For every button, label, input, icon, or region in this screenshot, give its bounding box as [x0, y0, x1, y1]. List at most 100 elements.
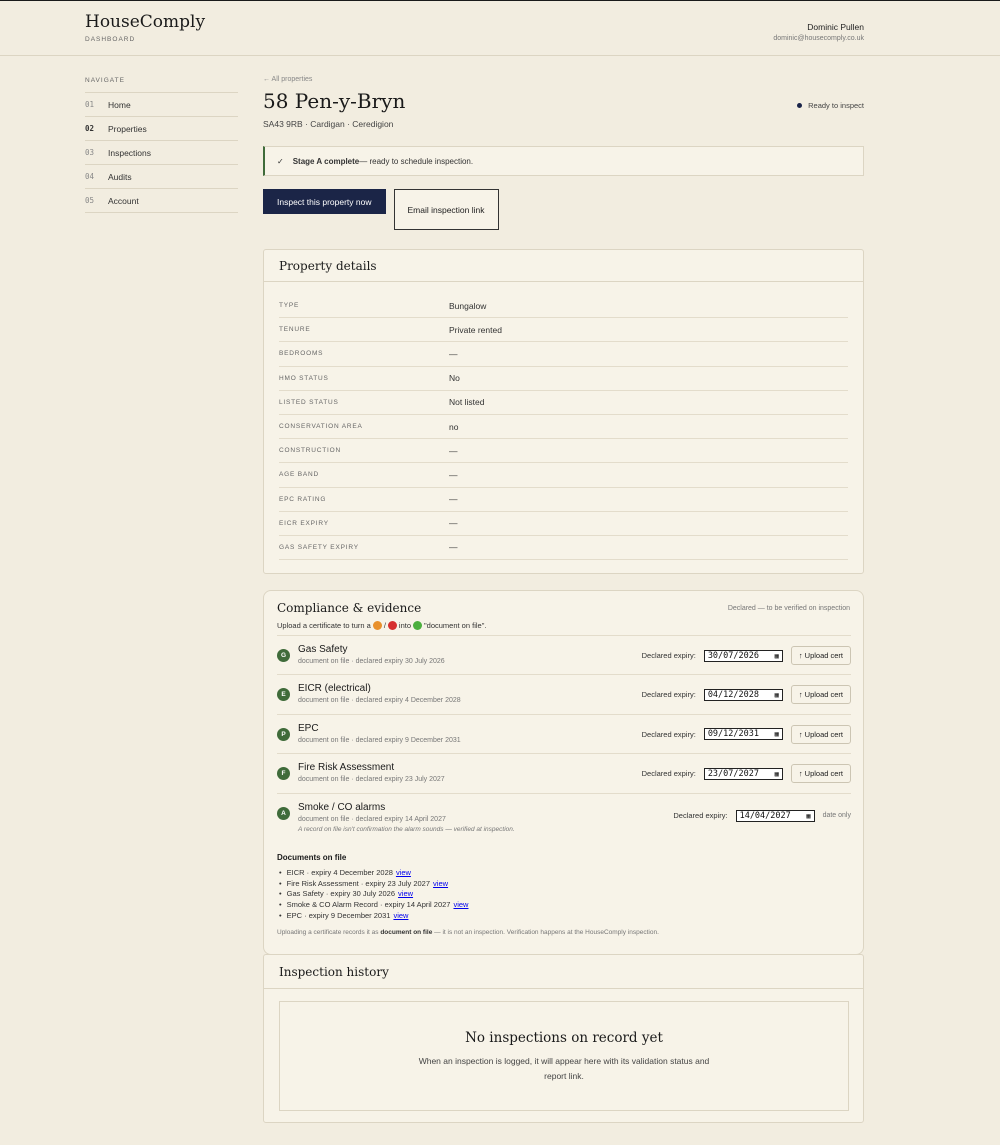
compliance-help: Upload a certificate to turn a / into "d…	[277, 621, 487, 630]
expiry-date-input[interactable]: 30/07/2026 ▦	[703, 649, 783, 662]
compliance-name: EICR (electrical)	[298, 683, 371, 695]
compliance-name: Gas Safety	[298, 644, 348, 655]
gas-badge-icon: G	[277, 649, 290, 662]
expiry-date-input[interactable]: 04/12/2028 ▦	[703, 688, 783, 701]
detail-key: CONSERVATION AREA	[279, 423, 363, 431]
help-prefix: Upload a certificate to turn a	[277, 621, 371, 630]
back-link[interactable]: ← All properties	[263, 76, 864, 83]
detail-row: EICR EXPIRY —	[279, 512, 848, 536]
sidebar-item-inspections[interactable]: 03 Inspections	[85, 141, 238, 165]
email-link-button[interactable]: Email inspection link	[393, 189, 499, 230]
compliance-card: Compliance & evidence Declared — to be v…	[263, 590, 864, 955]
brand-logo[interactable]: HouseComply	[85, 12, 205, 32]
calendar-icon[interactable]: ▦	[775, 691, 779, 699]
brand-section: DASHBOARD	[85, 36, 136, 43]
top-header: HouseComply DASHBOARD Dominic Pullen dom…	[0, 1, 1000, 56]
details-title: Property details	[264, 250, 863, 282]
user-name[interactable]: Dominic Pullen	[807, 22, 864, 32]
green-circle-icon	[413, 621, 422, 630]
orange-circle-icon	[372, 621, 382, 630]
banner-strong: Stage A complete	[292, 156, 360, 166]
stage-banner: ✓ Stage A complete — ready to schedule i…	[263, 146, 864, 176]
footer-suffix: — it is not an inspection. Verification …	[432, 929, 659, 936]
expiry-date-input[interactable]: 09/12/2031 ▦	[703, 728, 783, 741]
list-item: Fire Risk Assessment · expiry 23 July 20…	[277, 878, 851, 889]
document-text: EICR · expiry 4 December 2028	[286, 867, 393, 877]
property-details-card: Property details TYPE Bungalow TENURE Priv…	[263, 249, 864, 574]
view-link[interactable]: view	[396, 868, 411, 877]
nav-label: Account	[108, 195, 139, 206]
empty-title: No inspections on record yet	[465, 1030, 663, 1046]
upload-cert-button[interactable]: ↑ Upload cert	[790, 764, 851, 784]
upload-cert-button[interactable]: ↑ Upload cert	[790, 685, 851, 705]
help-suffix: "document on file".	[424, 621, 487, 630]
expiry-label: Declared expiry:	[641, 769, 696, 779]
check-icon: ✓	[277, 156, 284, 166]
date-value: 14/04/2027	[739, 810, 791, 821]
list-item: EPC · expiry 9 December 2031view	[277, 910, 851, 921]
property-address: SA43 9RB · Cardigan · Ceredigion	[263, 119, 394, 129]
detail-value: No	[449, 373, 460, 384]
detail-row: HMO STATUS No	[279, 367, 848, 391]
nav-number: 03	[85, 148, 95, 157]
upload-cert-button[interactable]: ↑ Upload cert	[790, 646, 851, 665]
fire-badge-icon: F	[277, 767, 290, 781]
user-email: dominic@housecomply.co.uk	[773, 35, 864, 42]
compliance-controls: Declared expiry: 14/04/2027 ▦ date only	[673, 809, 851, 822]
compliance-item-epc: P EPC document on file · declared expiry…	[277, 713, 851, 753]
epc-badge-icon: P	[277, 727, 290, 741]
compliance-controls: Declared expiry: 30/07/2026 ▦ ↑ Upload ce…	[642, 646, 851, 665]
compliance-name: EPC	[298, 722, 319, 734]
documents-list: EICR · expiry 4 December 2028view Fire R…	[277, 867, 851, 920]
inspect-now-button[interactable]: Inspect this property now	[263, 189, 386, 214]
sidebar-item-properties[interactable]: 02 Properties	[85, 117, 238, 141]
documents-on-file: Documents on file EICR · expiry 4 Decemb…	[277, 853, 851, 920]
compliance-caveat: A record on file isn't confirmation the …	[298, 825, 515, 833]
nav-number: 04	[85, 172, 95, 181]
main-content: ← All properties 58 Pen-y-Bryn SA43 9RB …	[263, 76, 864, 1123]
expiry-date-input[interactable]: 23/07/2027 ▦	[703, 767, 783, 780]
compliance-controls: Declared expiry: 04/12/2028 ▦ ↑ Upload ce…	[642, 685, 851, 705]
detail-row: CONSERVATION AREA no	[279, 415, 848, 440]
documents-title: Documents on file	[277, 853, 347, 862]
view-link[interactable]: view	[433, 879, 448, 888]
upload-cert-button[interactable]: ↑ Upload cert	[790, 724, 851, 744]
calendar-icon[interactable]: ▦	[775, 652, 779, 660]
view-link[interactable]: view	[453, 900, 468, 909]
detail-key: GAS SAFETY EXPIRY	[279, 543, 359, 551]
detail-value: —	[449, 469, 458, 480]
compliance-meta: document on file · declared expiry 14 Ap…	[298, 815, 446, 823]
sidebar-item-audits[interactable]: 04 Audits	[85, 165, 238, 189]
compliance-note: Declared — to be verified on inspection	[727, 605, 850, 612]
compliance-item-gas-safety: G Gas Safety document on file · declared…	[277, 635, 851, 674]
compliance-controls: Declared expiry: 09/12/2031 ▦ ↑ Upload ce…	[642, 724, 851, 744]
detail-key: BEDROOMS	[279, 350, 324, 358]
nav-label: Inspections	[108, 147, 151, 158]
detail-row: EPC RATING —	[279, 488, 848, 512]
detail-key: HMO STATUS	[279, 374, 329, 382]
calendar-icon[interactable]: ▦	[775, 770, 779, 778]
sidebar-item-home[interactable]: 01 Home	[85, 93, 238, 117]
compliance-meta: document on file · declared expiry 9 Dec…	[298, 736, 461, 744]
calendar-icon[interactable]: ▦	[806, 812, 810, 820]
detail-row: LISTED STATUS Not listed	[279, 391, 848, 415]
expiry-date-input[interactable]: 14/04/2027 ▦	[735, 809, 815, 822]
list-item: Gas Safety · expiry 30 July 2026view	[277, 888, 851, 899]
status-text: Ready to inspect	[808, 101, 864, 110]
detail-row: AGE BAND —	[279, 463, 848, 488]
view-link[interactable]: view	[393, 911, 408, 920]
action-bar: Inspect this property now Email inspecti…	[263, 189, 864, 230]
view-link[interactable]: view	[398, 889, 413, 898]
sidebar-nav: NAVIGATE 01 Home 02 Properties 03 Inspec…	[85, 77, 238, 213]
date-value: 09/12/2031	[707, 729, 759, 740]
detail-value: —	[449, 542, 458, 553]
detail-value: —	[449, 445, 458, 456]
detail-key: EICR EXPIRY	[279, 519, 329, 527]
sidebar-item-account[interactable]: 05 Account	[85, 189, 238, 213]
compliance-list: G Gas Safety document on file · declared…	[277, 635, 851, 848]
help-mid: into	[398, 621, 411, 630]
compliance-title: Compliance & evidence	[277, 601, 422, 615]
detail-row: GAS SAFETY EXPIRY —	[279, 536, 848, 561]
calendar-icon[interactable]: ▦	[775, 730, 779, 738]
status-badge: Ready to inspect	[797, 101, 864, 110]
